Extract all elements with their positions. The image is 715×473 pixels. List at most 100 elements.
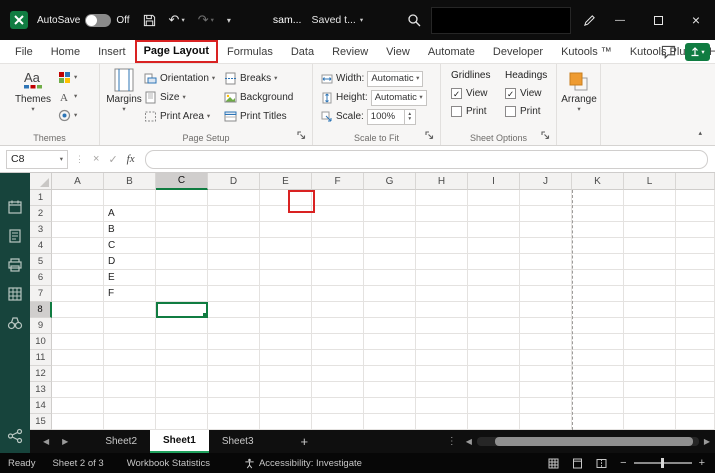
column-header-L[interactable]: L (624, 173, 676, 190)
cell-H14[interactable] (416, 398, 468, 414)
cell-C10[interactable] (156, 334, 208, 350)
cell-G12[interactable] (364, 366, 416, 382)
cell-F13[interactable] (312, 382, 364, 398)
sheet-nav-next-icon[interactable]: ▶ (62, 437, 68, 446)
cell-G7[interactable] (364, 286, 416, 302)
width-select[interactable]: Automatic ▾ (367, 70, 424, 87)
cell-H3[interactable] (416, 222, 468, 238)
cell-K7[interactable] (572, 286, 624, 302)
cell-F11[interactable] (312, 350, 364, 366)
cell-A1[interactable] (52, 190, 104, 206)
cell-J9[interactable] (520, 318, 572, 334)
pen-button[interactable] (583, 14, 596, 27)
cell-I6[interactable] (468, 270, 520, 286)
cell-B11[interactable] (104, 350, 156, 366)
cell-J15[interactable] (520, 414, 572, 430)
cell-E12[interactable] (260, 366, 312, 382)
row-header-7[interactable]: 7 (30, 286, 52, 302)
page-layout-view-icon[interactable] (572, 458, 583, 469)
cell-A10[interactable] (52, 334, 104, 350)
confirm-entry-icon[interactable]: ✓ (108, 153, 117, 166)
workbook-statistics-button[interactable]: Workbook Statistics (127, 458, 210, 469)
cell-G3[interactable] (364, 222, 416, 238)
cell-J3[interactable] (520, 222, 572, 238)
redo-button[interactable]: ↷ ▾ (198, 12, 214, 28)
cell-L7[interactable] (624, 286, 676, 302)
cell-A13[interactable] (52, 382, 104, 398)
row-header-4[interactable]: 4 (30, 238, 52, 254)
cell-K13[interactable] (572, 382, 624, 398)
cell-G6[interactable] (364, 270, 416, 286)
cell-G5[interactable] (364, 254, 416, 270)
scroll-right-icon[interactable]: ▶ (704, 437, 710, 446)
printer-icon[interactable] (7, 257, 23, 273)
column-header-J[interactable]: J (520, 173, 572, 190)
cell-F8[interactable] (312, 302, 364, 318)
gridlines-view-checkbox[interactable]: ✓ View (451, 88, 488, 99)
calendar-icon[interactable] (7, 199, 23, 215)
cell-B15[interactable] (104, 414, 156, 430)
cell-A7[interactable] (52, 286, 104, 302)
cell-G10[interactable] (364, 334, 416, 350)
cell-A9[interactable] (52, 318, 104, 334)
cell-B13[interactable] (104, 382, 156, 398)
column-header-C[interactable]: C (156, 173, 208, 190)
cell-L3[interactable] (624, 222, 676, 238)
arrange-button[interactable]: Arrange ▾ (559, 72, 599, 113)
tab-page-layout[interactable]: Page Layout (134, 40, 218, 63)
cell-I5[interactable] (468, 254, 520, 270)
cell-L14[interactable] (624, 398, 676, 414)
tab-automate[interactable]: Automate (419, 40, 484, 63)
tab-review[interactable]: Review (323, 40, 377, 63)
cell-D15[interactable] (208, 414, 260, 430)
cell-D10[interactable] (208, 334, 260, 350)
cell-I9[interactable] (468, 318, 520, 334)
cell-C3[interactable] (156, 222, 208, 238)
scrollbar-thumb[interactable] (494, 437, 693, 446)
tab-developer[interactable]: Developer (484, 40, 552, 63)
cell-K9[interactable] (572, 318, 624, 334)
cell-L12[interactable] (624, 366, 676, 382)
zoom-slider[interactable] (633, 458, 692, 468)
scale-input[interactable]: 100% (366, 108, 405, 125)
page-setup-dialog-launcher[interactable] (295, 129, 307, 141)
cell-A5[interactable] (52, 254, 104, 270)
undo-dropdown-icon[interactable]: ▾ (181, 16, 184, 24)
cell-D12[interactable] (208, 366, 260, 382)
cell-F15[interactable] (312, 414, 364, 430)
close-button[interactable]: × (677, 0, 715, 40)
cell-D7[interactable] (208, 286, 260, 302)
cell-K5[interactable] (572, 254, 624, 270)
cell-G14[interactable] (364, 398, 416, 414)
cell-J5[interactable] (520, 254, 572, 270)
add-sheet-button[interactable]: + (301, 434, 309, 449)
cell-F14[interactable] (312, 398, 364, 414)
cell-L10[interactable] (624, 334, 676, 350)
cell-E11[interactable] (260, 350, 312, 366)
cell-L6[interactable] (624, 270, 676, 286)
cell-E1[interactable] (260, 190, 312, 206)
cell-F7[interactable] (312, 286, 364, 302)
cell-A12[interactable] (52, 366, 104, 382)
cell-L15[interactable] (624, 414, 676, 430)
cell-E13[interactable] (260, 382, 312, 398)
cell-L11[interactable] (624, 350, 676, 366)
accessibility-checker-button[interactable]: Accessibility: Investigate (244, 458, 362, 469)
row-header-9[interactable]: 9 (30, 318, 52, 334)
tab-insert[interactable]: Insert (89, 40, 135, 63)
cell-G8[interactable] (364, 302, 416, 318)
sheet-options-dialog-launcher[interactable] (539, 129, 551, 141)
cell-L1[interactable] (624, 190, 676, 206)
cell-B7[interactable]: F (104, 286, 156, 302)
zoom-in-button[interactable]: + (699, 457, 705, 469)
cell-G9[interactable] (364, 318, 416, 334)
cell-A2[interactable] (52, 206, 104, 222)
worksheet-grid-icon[interactable] (7, 286, 23, 302)
cell-A15[interactable] (52, 414, 104, 430)
collapse-ribbon-icon[interactable]: ▴ (698, 129, 702, 137)
cell-E15[interactable] (260, 414, 312, 430)
gridlines-print-checkbox[interactable]: Print (451, 106, 487, 117)
autosave-toggle[interactable]: AutoSave Off (37, 13, 130, 27)
cell-G1[interactable] (364, 190, 416, 206)
theme-colors-button[interactable]: ▾ (58, 69, 77, 86)
